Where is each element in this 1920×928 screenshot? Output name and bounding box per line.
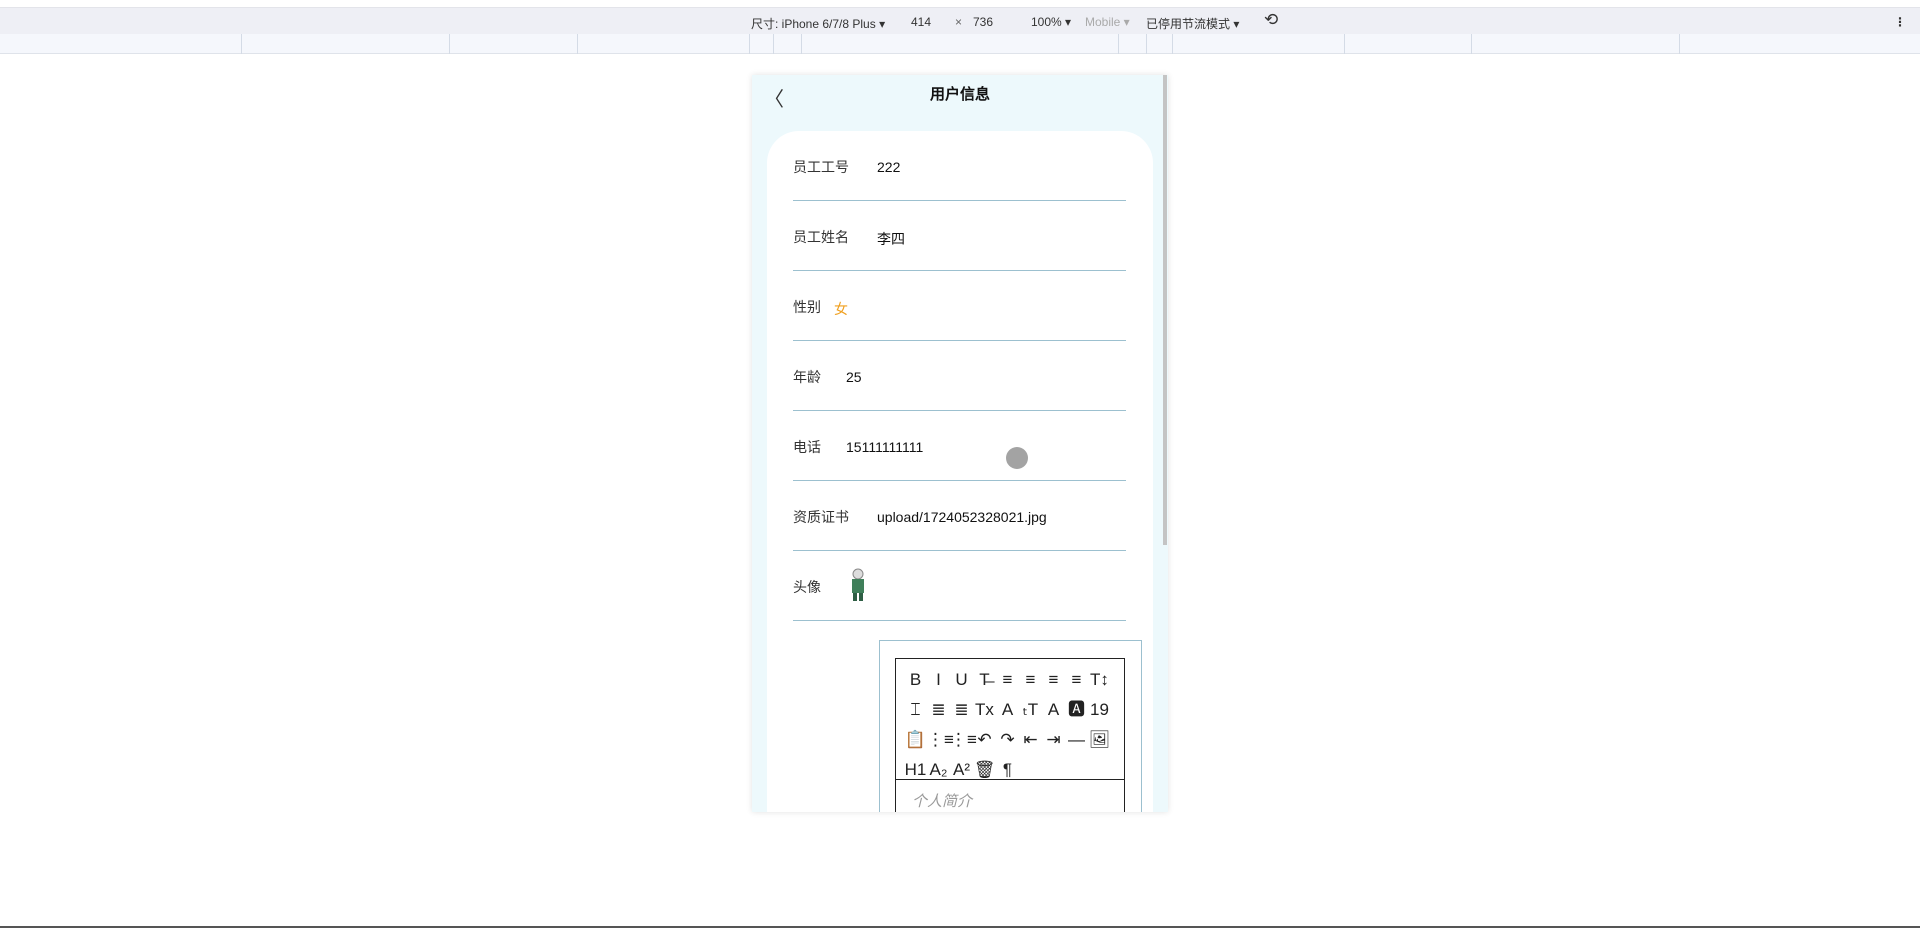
editor-tool-icon[interactable]: ⋮≡ <box>950 725 977 755</box>
rich-text-editor: B I U T̶ ≡ ≡ ≡ ≡ T↕⌶ ≣ ≣ Tx AₜT A 🅰 19📋⋮≡⋮≡↶ ↷ ⇤ ⇥ — 🖼H1 A₂ A²… <box>879 640 1142 812</box>
throttle-select[interactable]: 已停用节流模式 ▾ <box>1146 15 1239 32</box>
editor-tool-icon[interactable]: ≣ <box>950 695 973 725</box>
editor-tool-icon[interactable]: ⋮≡ <box>927 725 954 755</box>
media-query-ruler[interactable] <box>0 34 1920 54</box>
field-label: 年龄 <box>793 369 821 385</box>
editor-tool-icon[interactable]: T̶ <box>973 665 996 695</box>
editor-tool-icon[interactable]: ₜT <box>1019 695 1042 725</box>
editor-tool-icon[interactable]: ⌶ <box>904 695 927 725</box>
editor-tool-icon[interactable]: ¶ <box>996 755 1019 785</box>
editor-tool-icon[interactable]: 🗑 <box>973 755 996 785</box>
rotate-icon[interactable]: ⟲ <box>1264 10 1278 30</box>
field-value[interactable]: 李四 <box>877 229 905 249</box>
field-label: 头像 <box>793 579 821 595</box>
editor-tool-icon[interactable]: 19 <box>1088 695 1111 725</box>
editor-tool-icon[interactable]: H1 <box>904 755 927 785</box>
editor-tool-icon[interactable]: 📋 <box>904 725 927 755</box>
field-avatar: 头像 <box>793 551 1126 621</box>
editor-tool-icon[interactable]: ↷ <box>996 725 1019 755</box>
more-menu-icon[interactable]: ⋮ <box>1894 15 1906 29</box>
field-label: 员工姓名 <box>793 229 849 245</box>
field-age: 年龄 25 <box>793 341 1126 411</box>
field-value[interactable]: 222 <box>877 159 900 175</box>
editor-tool-icon[interactable]: Tx <box>973 695 996 725</box>
field-value[interactable]: 女 <box>834 299 848 319</box>
device-viewport: 〈 用户信息 员工工号 222 员工姓名 李四 性别女 年龄 25 电话 1511111… <box>752 75 1168 812</box>
device-toolbar: 尺寸: iPhone 6/7/8 Plus ▾ 414 × 736 100% ▾… <box>0 7 1920 34</box>
field-employee-name: 员工姓名 李四 <box>793 201 1126 271</box>
field-gender: 性别女 <box>793 271 1126 341</box>
editor-tool-icon[interactable]: ≡ <box>996 665 1019 695</box>
editor-tool-icon[interactable]: ≡ <box>1065 665 1088 695</box>
mobile-select[interactable]: Mobile ▾ <box>1085 15 1130 29</box>
field-value[interactable]: 15111111111 <box>846 439 923 455</box>
editor-tool-icon[interactable]: — <box>1065 725 1088 755</box>
editor-tool-icon[interactable]: A <box>1042 695 1065 725</box>
field-label: 电话 <box>793 439 821 455</box>
editor-tool-icon[interactable]: ≣ <box>927 695 950 725</box>
field-value[interactable]: 25 <box>846 369 862 385</box>
field-label: 资质证书 <box>793 509 849 525</box>
field-label: 员工工号 <box>793 159 849 175</box>
device-select[interactable]: 尺寸: iPhone 6/7/8 Plus ▾ <box>751 15 885 32</box>
editor-tool-icon[interactable]: B <box>904 665 927 695</box>
times-sign: × <box>955 15 963 29</box>
editor-tool-icon[interactable]: ⇥ <box>1042 725 1065 755</box>
field-certificate: 资质证书 upload/1724052328021.jpg <box>793 481 1126 551</box>
field-phone: 电话 15111111111 <box>793 411 1126 481</box>
editor-tool-icon[interactable]: A² <box>950 755 973 785</box>
avatar-image[interactable] <box>847 567 869 603</box>
scrollbar[interactable] <box>1163 75 1167 545</box>
editor-tool-icon[interactable]: I <box>927 665 950 695</box>
editor-tool-icon[interactable]: A₂ <box>927 755 950 785</box>
info-card: 员工工号 222 员工姓名 李四 性别女 年龄 25 电话 15111111111 资质… <box>767 131 1153 812</box>
editor-tool-icon[interactable]: ↶ <box>973 725 996 755</box>
editor-tool-icon[interactable]: 🖼 <box>1088 725 1111 755</box>
nav-header: 〈 用户信息 <box>752 75 1168 115</box>
editor-tool-icon[interactable]: ≡ <box>1042 665 1065 695</box>
editor-tool-icon[interactable]: ⇤ <box>1019 725 1042 755</box>
editor-tool-icon[interactable]: ≡ <box>1019 665 1042 695</box>
field-employee-id: 员工工号 222 <box>793 131 1126 201</box>
editor-tool-icon[interactable]: T↕ <box>1088 665 1111 695</box>
field-value[interactable]: upload/1724052328021.jpg <box>877 509 1047 525</box>
editor-tool-icon[interactable]: 🅰 <box>1065 695 1088 725</box>
page-title: 用户信息 <box>929 86 990 103</box>
field-label: 性别 <box>793 299 821 315</box>
height-input[interactable]: 736 <box>973 15 993 29</box>
editor-tool-icon[interactable]: A <box>996 695 1019 725</box>
zoom-select[interactable]: 100% ▾ <box>1031 15 1071 29</box>
width-input[interactable]: 414 <box>911 15 931 29</box>
touch-cursor <box>1006 447 1028 469</box>
editor-toolbar: B I U T̶ ≡ ≡ ≡ ≡ T↕⌶ ≣ ≣ Tx AₜT A 🅰 19📋⋮≡⋮≡↶ ↷ ⇤ ⇥ — 🖼H1 A₂ A²… <box>896 659 1124 780</box>
back-icon[interactable]: 〈 <box>764 83 784 112</box>
editor-tool-icon[interactable]: U <box>950 665 973 695</box>
